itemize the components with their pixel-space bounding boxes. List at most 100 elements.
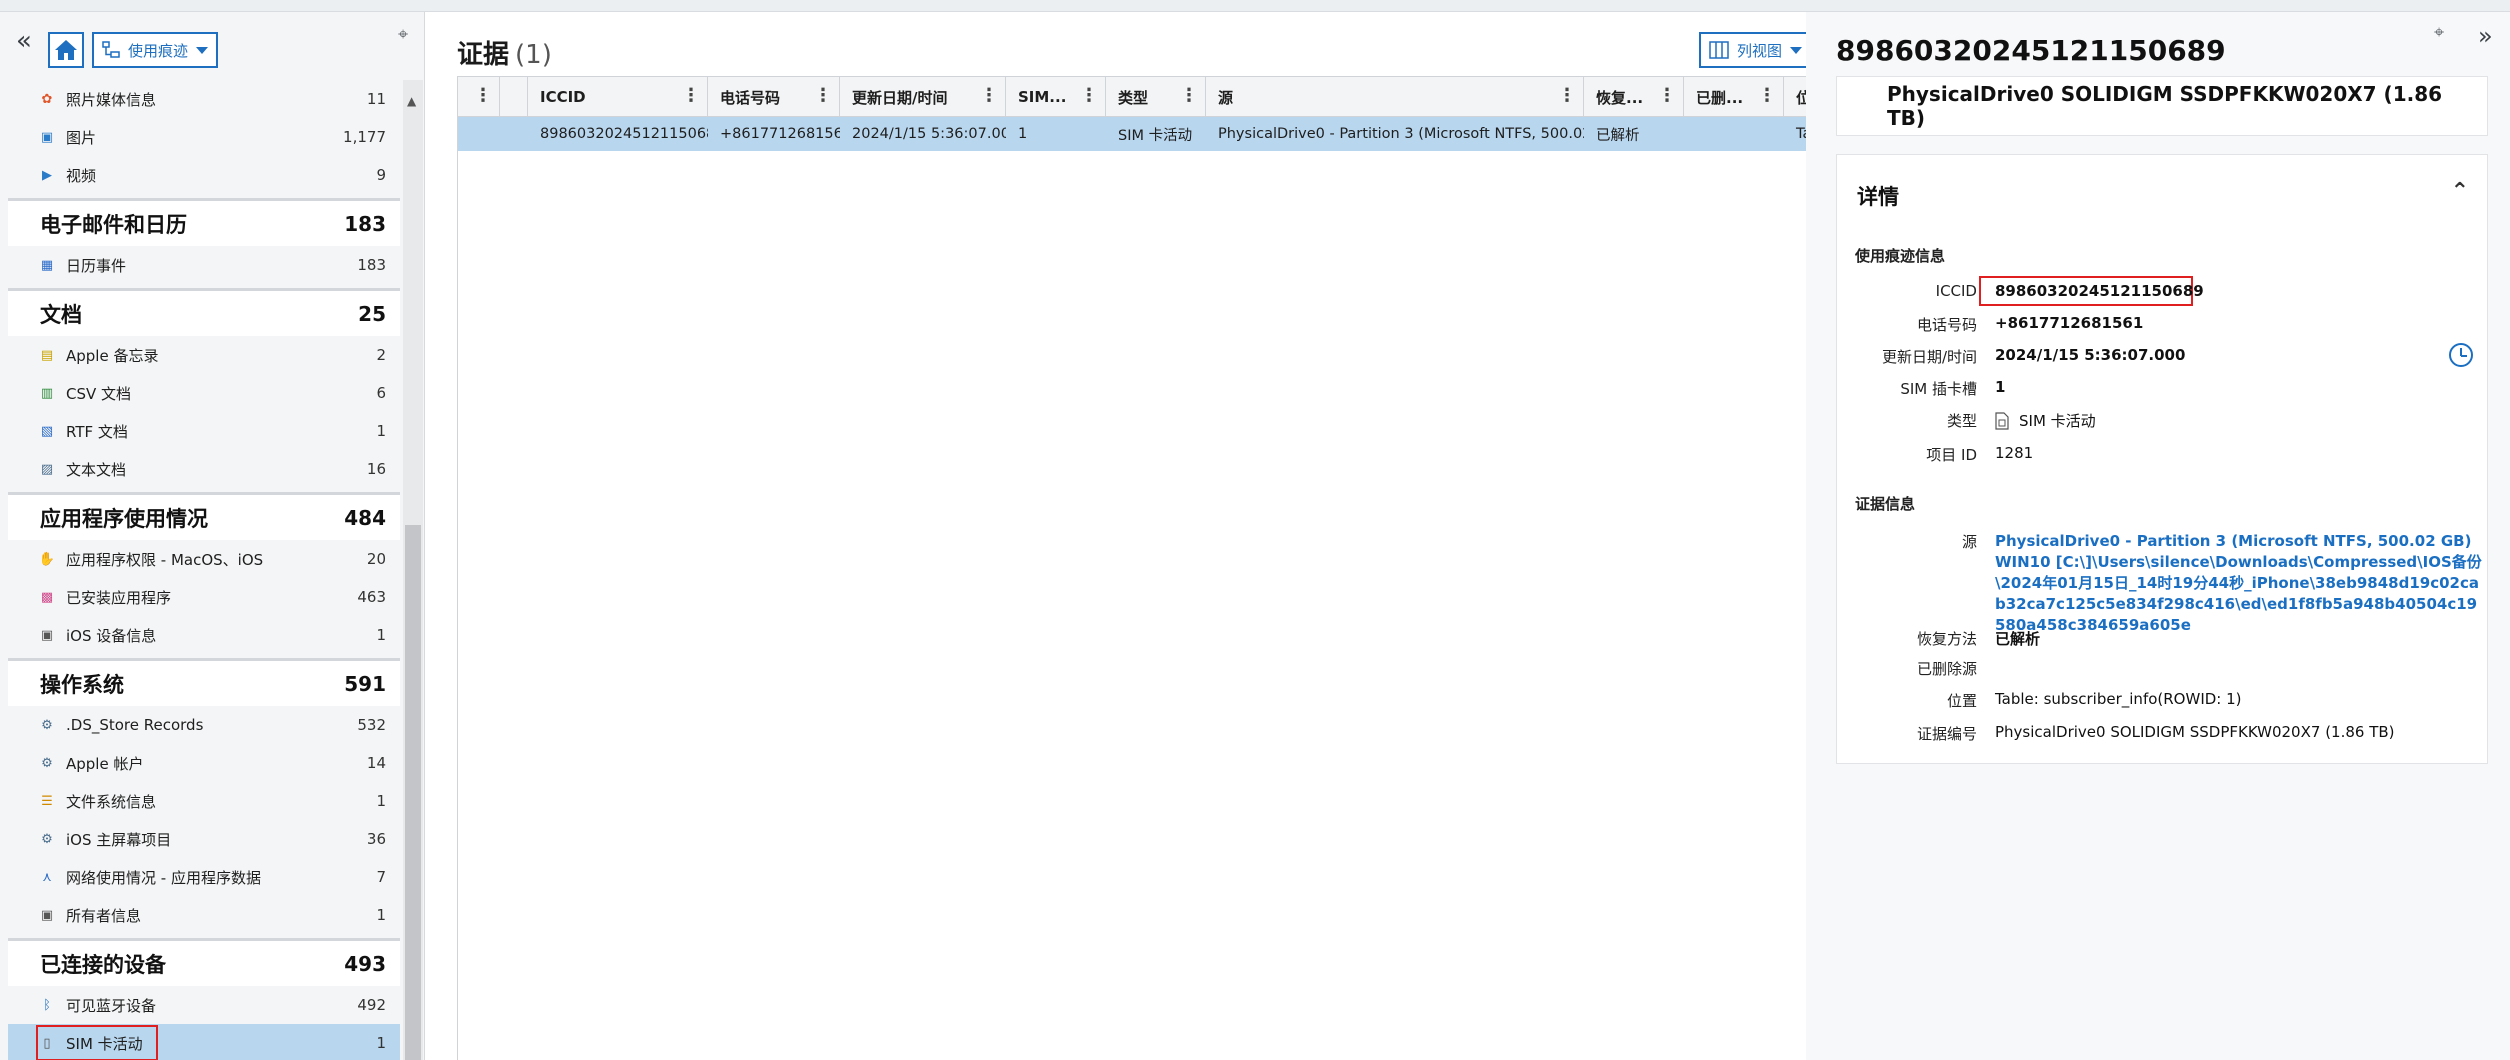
category-header[interactable]: 应用程序使用情况 484 bbox=[8, 492, 400, 540]
location-value[interactable]: Table: subscriber_info(ROWID: 1) bbox=[1995, 690, 2242, 708]
sidebar-item[interactable]: ✿ 照片媒体信息 11 bbox=[8, 80, 400, 118]
column-menu-icon[interactable]: ⋮ bbox=[1758, 85, 1776, 106]
updated-value[interactable]: 2024/1/15 5:36:07.000 bbox=[1995, 346, 2185, 364]
sidebar-item-label: 照片媒体信息 bbox=[66, 90, 157, 109]
column-header[interactable]: 源 ⋮ bbox=[1206, 77, 1584, 117]
sidebar-item[interactable]: ⚙ iOS 主屏幕项目 36 bbox=[8, 820, 400, 858]
category-header-label: 操作系统 bbox=[40, 672, 124, 697]
sidebar-item-label: iOS 主屏幕项目 bbox=[66, 830, 172, 849]
pin-icon[interactable]: ⌖ bbox=[2434, 22, 2444, 43]
collapse-left-icon[interactable]: « bbox=[16, 26, 32, 56]
source-link[interactable]: PhysicalDrive0 - Partition 3 (Microsoft … bbox=[1995, 531, 2485, 636]
home-button[interactable] bbox=[48, 32, 84, 68]
phone-label: 电话号码 bbox=[1916, 316, 1977, 334]
sidebar-item-sim-card-activity[interactable]: ▯ SIM 卡活动 1 bbox=[8, 1024, 400, 1060]
sim-slot-value[interactable]: 1 bbox=[1995, 378, 2005, 396]
table-row[interactable]: 89860320245121150689 +8617712681561 2024/1… bbox=[458, 117, 1806, 151]
category-header[interactable]: 电子邮件和日历 183 bbox=[8, 198, 400, 246]
category-header-label: 应用程序使用情况 bbox=[40, 506, 208, 531]
column-header[interactable]: 位 bbox=[1784, 77, 1806, 117]
category-header[interactable]: 已连接的设备 493 bbox=[8, 938, 400, 986]
sidebar-item-count: 9 bbox=[376, 166, 386, 184]
sidebar-item[interactable]: ▣ 图片 1,177 bbox=[8, 118, 400, 156]
sidebar-item[interactable]: ▣ 所有者信息 1 bbox=[8, 896, 400, 934]
column-menu-icon[interactable]: ⋮ bbox=[1180, 85, 1198, 106]
sidebar-item[interactable]: ▥ CSV 文档 6 bbox=[8, 374, 400, 412]
column-view-button[interactable]: 列视图 bbox=[1699, 32, 1811, 68]
sidebar-item-count: 11 bbox=[366, 90, 386, 108]
sidebar-item[interactable]: ⚙ Apple 帐户 14 bbox=[8, 744, 400, 782]
item-id-value[interactable]: 1281 bbox=[1995, 444, 2033, 462]
column-header[interactable]: SIM... ⋮ bbox=[1006, 77, 1106, 117]
home-screen-icon: ⚙ bbox=[41, 831, 53, 847]
sidebar-item[interactable]: ▧ RTF 文档 1 bbox=[8, 412, 400, 450]
sidebar-item-count: 20 bbox=[366, 550, 386, 568]
drive-card: PhysicalDrive0 SOLIDIGM SSDPFKKW020X7 (1… bbox=[1836, 76, 2488, 136]
type-value[interactable]: SIM 卡活动 bbox=[1995, 410, 2096, 431]
table-cell: 2024/1/15 5:36:07.000 bbox=[852, 126, 1006, 142]
chevron-down-icon bbox=[1790, 46, 1803, 54]
collapse-section-icon[interactable]: ⌃ bbox=[2451, 179, 2469, 204]
column-menu-icon[interactable]: ⋮ bbox=[980, 85, 998, 106]
column-header[interactable]: 恢复... ⋮ bbox=[1584, 77, 1684, 117]
category-header[interactable]: 文档 25 bbox=[8, 288, 400, 336]
column-menu-icon[interactable]: ⋮ bbox=[1080, 85, 1098, 106]
evidence-count: (1) bbox=[515, 40, 552, 70]
artifact-info-group-title: 使用痕迹信息 bbox=[1855, 247, 1946, 265]
scrollbar-thumb[interactable] bbox=[405, 525, 421, 1060]
column-header[interactable]: ⋮ bbox=[458, 77, 500, 117]
sidebar-item[interactable]: ☰ 文件系统信息 1 bbox=[8, 782, 400, 820]
collapse-right-icon[interactable]: » bbox=[2478, 22, 2493, 50]
filesystem-icon: ☰ bbox=[41, 793, 53, 809]
column-header[interactable]: 类型 ⋮ bbox=[1106, 77, 1206, 117]
category-header[interactable]: 操作系统 591 bbox=[8, 658, 400, 706]
sidebar-item[interactable]: ▨ 文本文档 16 bbox=[8, 450, 400, 488]
category-header-label: 已连接的设备 bbox=[40, 952, 166, 977]
sidebar-item[interactable]: ▤ Apple 备忘录 2 bbox=[8, 336, 400, 374]
sidebar-item-label: 所有者信息 bbox=[66, 906, 142, 925]
column-menu-icon[interactable]: ⋮ bbox=[1658, 85, 1676, 106]
sidebar-item[interactable]: ⋏ 网络使用情况 - 应用程序数据 7 bbox=[8, 858, 400, 896]
evidence-panel: 证据 (1) 列视图 ⋮ ICCID ⋮ 电话号码 ⋮ 更新日期/时间 ⋮ SIM... ⋮ 类型 ⋮… bbox=[425, 12, 1811, 1060]
sidebar-item-count: 183 bbox=[357, 256, 386, 274]
sidebar-item[interactable]: ᛒ 可见蓝牙设备 492 bbox=[8, 986, 400, 1024]
column-menu-icon[interactable]: ⋮ bbox=[814, 85, 832, 106]
sidebar-item[interactable]: ▦ 日历事件 183 bbox=[8, 246, 400, 284]
recovery-method-value[interactable]: 已解析 bbox=[1995, 628, 2040, 649]
artifact-navigation-panel: « 使用痕迹 ⌖ ✿ 照片媒体信息 11 ▣ 图片 1,177 ▶ 视频 9 电子邮件和日历 183… bbox=[0, 12, 425, 1060]
clock-icon[interactable] bbox=[2449, 343, 2473, 367]
column-header[interactable]: 更新日期/时间 ⋮ bbox=[840, 77, 1006, 117]
category-header-count: 591 bbox=[344, 671, 386, 696]
column-header[interactable]: ICCID ⋮ bbox=[528, 77, 708, 117]
sidebar-item[interactable]: ▩ 已安装应用程序 463 bbox=[8, 578, 400, 616]
column-menu-icon[interactable]: ⋮ bbox=[1558, 85, 1576, 106]
table-cell: 已解析 bbox=[1596, 127, 1640, 144]
sidebar-item[interactable]: ▶ 视频 9 bbox=[8, 156, 400, 194]
phone-value[interactable]: +8617712681561 bbox=[1995, 314, 2143, 332]
pin-icon[interactable]: ⌖ bbox=[398, 24, 408, 45]
sim-slot-label: SIM 插卡槽 bbox=[1900, 380, 1977, 398]
app-permission-icon: ✋ bbox=[38, 551, 56, 567]
column-header-label: ICCID bbox=[540, 88, 586, 106]
column-menu-icon[interactable]: ⋮ bbox=[474, 85, 492, 106]
sidebar-item-count: 2 bbox=[376, 346, 386, 364]
top-strip bbox=[0, 0, 2510, 12]
iccid-value[interactable]: 89860320245121150689 bbox=[1995, 282, 2204, 300]
left-scrollbar[interactable]: ▲ bbox=[403, 80, 423, 1060]
csv-icon: ▥ bbox=[40, 385, 54, 401]
column-header[interactable]: 已删... ⋮ bbox=[1684, 77, 1784, 117]
sidebar-item[interactable]: ✋ 应用程序权限 - MacOS、iOS 20 bbox=[8, 540, 400, 578]
sidebar-item-label: 日历事件 bbox=[66, 256, 127, 275]
sidebar-item[interactable]: ▣ iOS 设备信息 1 bbox=[8, 616, 400, 654]
view-dropdown[interactable]: 使用痕迹 bbox=[92, 32, 218, 68]
drive-title: PhysicalDrive0 SOLIDIGM SSDPFKKW020X7 (1… bbox=[1887, 82, 2443, 130]
evidence-number-value[interactable]: PhysicalDrive0 SOLIDIGM SSDPFKKW020X7 (1… bbox=[1995, 723, 2395, 741]
column-menu-icon[interactable]: ⋮ bbox=[682, 85, 700, 106]
sidebar-item-label: 已安装应用程序 bbox=[66, 588, 172, 607]
column-header[interactable] bbox=[500, 77, 528, 117]
column-header[interactable]: 电话号码 ⋮ bbox=[708, 77, 840, 117]
scroll-up-icon[interactable]: ▲ bbox=[407, 94, 416, 108]
bluetooth-icon: ᛒ bbox=[43, 997, 51, 1013]
evidence-info-group-title: 证据信息 bbox=[1855, 495, 1916, 513]
sidebar-item[interactable]: ⚙ .DS_Store Records 532 bbox=[8, 706, 400, 744]
